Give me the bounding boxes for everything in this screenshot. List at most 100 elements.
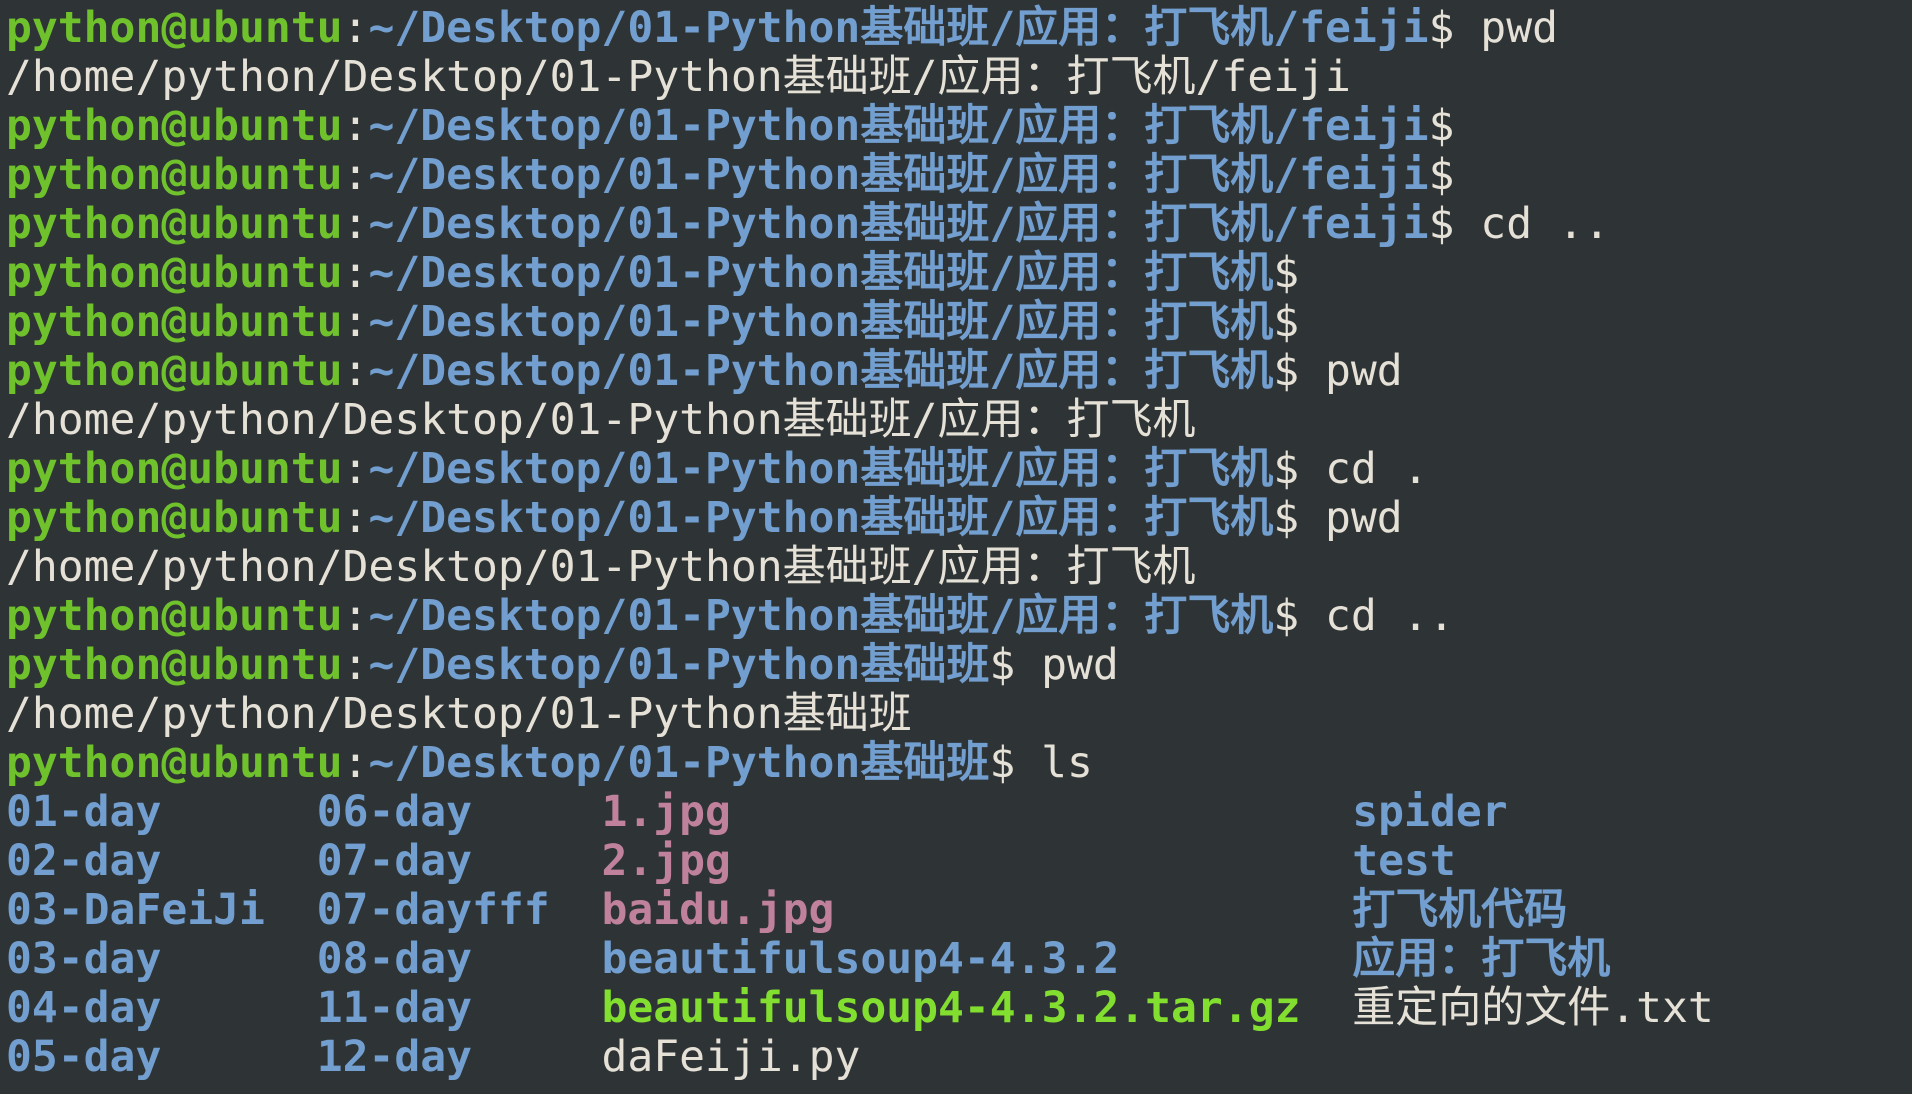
prompt-user-host: python@ubuntu bbox=[6, 3, 343, 53]
terminal-text: $ cd .. bbox=[1273, 591, 1454, 641]
terminal-line: 05-day 12-day daFeiji.py bbox=[6, 1033, 1912, 1082]
terminal-text: $ bbox=[1273, 297, 1299, 347]
terminal-text bbox=[472, 787, 601, 837]
file-name: 重定向的文件.txt bbox=[1352, 983, 1714, 1033]
prompt-user-host: python@ubuntu bbox=[6, 591, 343, 641]
terminal-text bbox=[731, 836, 1352, 886]
prompt-user-host: python@ubuntu bbox=[6, 248, 343, 298]
prompt-path: ~/Desktop/01-Python基础班/应用：打飞机 bbox=[368, 493, 1273, 543]
directory-name: 12-day bbox=[317, 1032, 472, 1082]
directory-name: 03-DaFeiJi bbox=[6, 885, 265, 935]
terminal-text: : bbox=[343, 297, 369, 347]
terminal-line: python@ubuntu:~/Desktop/01-Python基础班/应用：… bbox=[6, 151, 1912, 200]
prompt-path: ~/Desktop/01-Python基础班/应用：打飞机 bbox=[368, 248, 1273, 298]
terminal-line: /home/python/Desktop/01-Python基础班/应用：打飞机… bbox=[6, 53, 1912, 102]
terminal-text: : bbox=[343, 493, 369, 543]
directory-name: 01-day bbox=[6, 787, 161, 837]
terminal-text bbox=[472, 836, 601, 886]
terminal-text bbox=[1119, 934, 1352, 984]
terminal-text: $ ls bbox=[989, 738, 1093, 788]
terminal-text: : bbox=[343, 150, 369, 200]
terminal-text: $ bbox=[1429, 150, 1455, 200]
terminal-text: $ bbox=[1429, 101, 1455, 151]
terminal-text bbox=[161, 836, 316, 886]
directory-name: 08-day bbox=[317, 934, 472, 984]
prompt-user-host: python@ubuntu bbox=[6, 150, 343, 200]
directory-name: 打飞机代码 bbox=[1352, 885, 1567, 935]
terminal-line: 01-day 06-day 1.jpg spider bbox=[6, 788, 1912, 837]
terminal-text bbox=[161, 787, 316, 837]
terminal-line: python@ubuntu:~/Desktop/01-Python基础班/应用：… bbox=[6, 4, 1912, 53]
prompt-path: ~/Desktop/01-Python基础班/应用：打飞机/feiji bbox=[368, 199, 1428, 249]
directory-name: 07-day bbox=[317, 836, 472, 886]
directory-name: 03-day bbox=[6, 934, 161, 984]
prompt-user-host: python@ubuntu bbox=[6, 199, 343, 249]
terminal-line: /home/python/Desktop/01-Python基础班 bbox=[6, 690, 1912, 739]
terminal-text: /home/python/Desktop/01-Python基础班/应用：打飞机… bbox=[6, 52, 1351, 102]
terminal-line: /home/python/Desktop/01-Python基础班/应用：打飞机 bbox=[6, 543, 1912, 592]
terminal-line: python@ubuntu:~/Desktop/01-Python基础班/应用：… bbox=[6, 494, 1912, 543]
prompt-path: ~/Desktop/01-Python基础班/应用：打飞机 bbox=[368, 444, 1273, 494]
directory-name: beautifulsoup4-4.3.2 bbox=[601, 934, 1119, 984]
prompt-user-host: python@ubuntu bbox=[6, 493, 343, 543]
terminal-line: 03-DaFeiJi 07-dayfff baidu.jpg 打飞机代码 bbox=[6, 886, 1912, 935]
terminal-line: python@ubuntu:~/Desktop/01-Python基础班$ pw… bbox=[6, 641, 1912, 690]
terminal-text bbox=[472, 934, 601, 984]
prompt-path: ~/Desktop/01-Python基础班/应用：打飞机/feiji bbox=[368, 101, 1428, 151]
terminal-text: : bbox=[343, 248, 369, 298]
terminal-line: python@ubuntu:~/Desktop/01-Python基础班/应用：… bbox=[6, 102, 1912, 151]
directory-name: 06-day bbox=[317, 787, 472, 837]
archive-file-name: beautifulsoup4-4.3.2.tar.gz bbox=[601, 983, 1300, 1033]
terminal-text bbox=[265, 885, 317, 935]
terminal-screen[interactable]: python@ubuntu:~/Desktop/01-Python基础班/应用：… bbox=[0, 0, 1912, 1094]
terminal-text: : bbox=[343, 199, 369, 249]
terminal-line: /home/python/Desktop/01-Python基础班/应用：打飞机 bbox=[6, 396, 1912, 445]
terminal-text: : bbox=[343, 346, 369, 396]
terminal-text bbox=[161, 1032, 316, 1082]
image-file-name: baidu.jpg bbox=[601, 885, 834, 935]
terminal-text: : bbox=[343, 640, 369, 690]
terminal-text bbox=[731, 787, 1352, 837]
prompt-path: ~/Desktop/01-Python基础班/应用：打飞机/feiji bbox=[368, 150, 1428, 200]
terminal-text: : bbox=[343, 738, 369, 788]
terminal-text: $ bbox=[1273, 248, 1299, 298]
terminal-text: : bbox=[343, 591, 369, 641]
terminal-text bbox=[550, 885, 602, 935]
prompt-path: ~/Desktop/01-Python基础班/应用：打飞机 bbox=[368, 297, 1273, 347]
terminal-text: $ cd . bbox=[1273, 444, 1428, 494]
terminal-text bbox=[834, 885, 1352, 935]
terminal-text: $ pwd bbox=[1273, 493, 1402, 543]
terminal-line: 04-day 11-day beautifulsoup4-4.3.2.tar.g… bbox=[6, 984, 1912, 1033]
terminal-text bbox=[1300, 983, 1352, 1033]
prompt-user-host: python@ubuntu bbox=[6, 444, 343, 494]
directory-name: 05-day bbox=[6, 1032, 161, 1082]
terminal-text bbox=[472, 983, 601, 1033]
directory-name: 07-dayfff bbox=[317, 885, 550, 935]
terminal-line: python@ubuntu:~/Desktop/01-Python基础班/应用：… bbox=[6, 298, 1912, 347]
terminal-text: $ pwd bbox=[989, 640, 1118, 690]
terminal-output: python@ubuntu:~/Desktop/01-Python基础班/应用：… bbox=[6, 4, 1912, 1082]
prompt-path: ~/Desktop/01-Python基础班/应用：打飞机/feiji bbox=[368, 3, 1428, 53]
prompt-path: ~/Desktop/01-Python基础班 bbox=[368, 640, 989, 690]
terminal-line: python@ubuntu:~/Desktop/01-Python基础班/应用：… bbox=[6, 445, 1912, 494]
prompt-user-host: python@ubuntu bbox=[6, 101, 343, 151]
file-name: daFeiji.py bbox=[601, 1032, 860, 1082]
terminal-text: /home/python/Desktop/01-Python基础班/应用：打飞机 bbox=[6, 542, 1196, 592]
prompt-path: ~/Desktop/01-Python基础班/应用：打飞机 bbox=[368, 591, 1273, 641]
image-file-name: 1.jpg bbox=[601, 787, 730, 837]
directory-name: 应用：打飞机 bbox=[1352, 934, 1610, 984]
image-file-name: 2.jpg bbox=[601, 836, 730, 886]
prompt-path: ~/Desktop/01-Python基础班 bbox=[368, 738, 989, 788]
terminal-text: $ cd .. bbox=[1429, 199, 1610, 249]
terminal-line: python@ubuntu:~/Desktop/01-Python基础班/应用：… bbox=[6, 249, 1912, 298]
terminal-text: : bbox=[343, 3, 369, 53]
directory-name: spider bbox=[1352, 787, 1507, 837]
prompt-user-host: python@ubuntu bbox=[6, 346, 343, 396]
terminal-line: python@ubuntu:~/Desktop/01-Python基础班/应用：… bbox=[6, 347, 1912, 396]
prompt-user-host: python@ubuntu bbox=[6, 297, 343, 347]
terminal-text: $ pwd bbox=[1429, 3, 1558, 53]
prompt-user-host: python@ubuntu bbox=[6, 738, 343, 788]
terminal-line: python@ubuntu:~/Desktop/01-Python基础班/应用：… bbox=[6, 200, 1912, 249]
terminal-line: 02-day 07-day 2.jpg test bbox=[6, 837, 1912, 886]
terminal-text bbox=[161, 934, 316, 984]
